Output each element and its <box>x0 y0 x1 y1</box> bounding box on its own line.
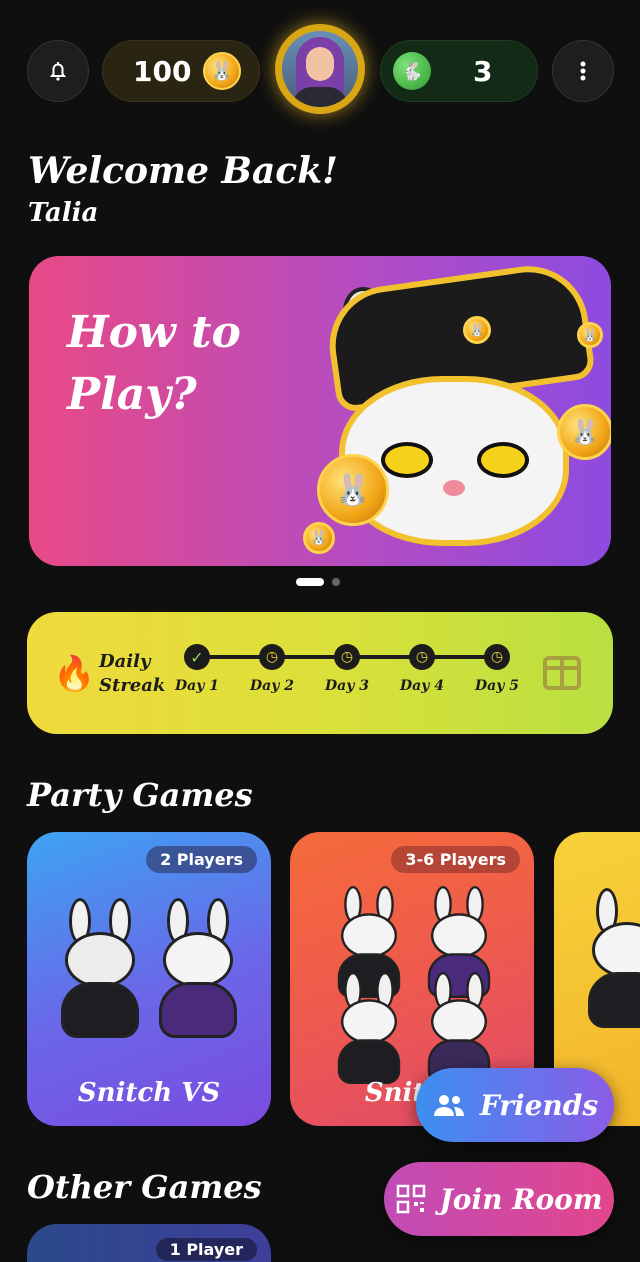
clock-icon: ◷ <box>484 644 510 670</box>
top-bar: 100 🐰 🐇 3 <box>0 22 640 122</box>
bunny-illustration <box>153 898 243 1038</box>
carousel-dot[interactable] <box>332 578 340 586</box>
clock-icon: ◷ <box>259 644 285 670</box>
qr-code-icon <box>396 1184 425 1214</box>
players-badge: 2 Players <box>146 846 257 873</box>
friends-label: Friends <box>479 1088 599 1122</box>
rabbit-token-icon: 🐇 <box>393 52 431 90</box>
streak-day-1: ✓ Day 1 <box>167 644 227 694</box>
how-to-play-banner[interactable]: How to Play? 🐰 🐰 🐰 🐰 🐰 <box>29 256 611 566</box>
carousel-dot-active[interactable] <box>296 578 324 586</box>
streak-day-2: ◷ Day 2 <box>242 644 302 694</box>
game-tokens-pill[interactable]: 🐇 3 <box>380 40 538 102</box>
game-card-single-player[interactable]: 1 Player <box>27 1224 271 1262</box>
welcome-heading: Welcome Back! <box>28 150 338 192</box>
clock-icon: ◷ <box>334 644 360 670</box>
bell-icon <box>50 62 66 81</box>
more-menu-button[interactable] <box>552 40 614 102</box>
game-card-snitch-vs[interactable]: 2 Players Snitch VS <box>27 832 271 1126</box>
more-vertical-icon <box>580 61 586 81</box>
bunny-illustration <box>333 972 405 1084</box>
coin-balance: 100 <box>133 54 192 88</box>
avatar-image <box>282 31 358 107</box>
notifications-button[interactable] <box>27 40 89 102</box>
friends-button[interactable]: Friends <box>416 1068 614 1142</box>
party-games-heading: Party Games <box>27 776 253 814</box>
cat-mascot-illustration: 🐰 🐰 🐰 🐰 🐰 <box>289 256 611 566</box>
daily-streak-card[interactable]: 🔥 Daily Streak ✓ Day 1 ◷ Day 2 ◷ Day 3 ◷… <box>27 612 613 734</box>
other-games-heading: Other Games <box>27 1168 262 1206</box>
coin-icon: 🐰 <box>203 52 241 90</box>
check-icon: ✓ <box>184 644 210 670</box>
username: Talia <box>28 198 99 228</box>
players-badge: 3-6 Players <box>391 846 520 873</box>
banner-title: How to Play? <box>67 307 241 420</box>
join-room-button[interactable]: Join Room <box>384 1162 614 1236</box>
users-icon <box>433 1095 464 1116</box>
game-tokens: 3 <box>473 54 493 88</box>
gift-icon[interactable] <box>543 656 581 690</box>
bunny-illustration <box>582 888 640 1028</box>
streak-day-4: ◷ Day 4 <box>392 644 452 694</box>
coin-balance-pill[interactable]: 100 🐰 <box>102 40 260 102</box>
clock-icon: ◷ <box>409 644 435 670</box>
flame-icon: 🔥 <box>53 654 96 694</box>
carousel-indicator <box>296 578 340 588</box>
streak-day-3: ◷ Day 3 <box>317 644 377 694</box>
avatar[interactable] <box>275 24 365 114</box>
join-room-label: Join Room <box>439 1182 603 1216</box>
bunny-illustration <box>55 898 145 1038</box>
game-title: Snitch VS <box>77 1078 221 1108</box>
streak-label: Daily Streak <box>99 651 166 696</box>
streak-day-5: ◷ Day 5 <box>467 644 527 694</box>
players-badge: 1 Player <box>155 1238 257 1261</box>
